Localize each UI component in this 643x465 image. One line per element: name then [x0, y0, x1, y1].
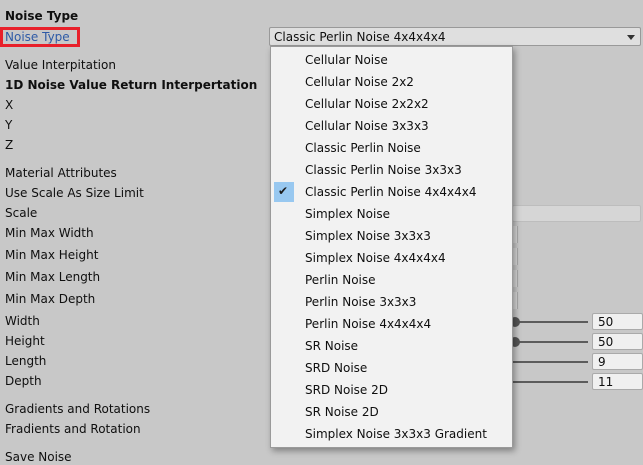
- menu-item[interactable]: Classic Perlin Noise: [271, 137, 512, 159]
- min-max-width-label: Min Max Width: [5, 226, 94, 240]
- min-max-height-label: Min Max Height: [5, 248, 99, 262]
- menu-item-label: SR Noise: [305, 339, 359, 353]
- menu-item[interactable]: SR Noise 2D: [271, 401, 512, 423]
- menu-item-label: Simplex Noise 3x3x3: [305, 229, 431, 243]
- use-scale-label: Use Scale As Size Limit: [5, 186, 144, 200]
- menu-item[interactable]: Cellular Noise 3x3x3: [271, 115, 512, 137]
- menu-item[interactable]: Simplex Noise 4x4x4x4: [271, 247, 512, 269]
- height-label: Height: [5, 334, 45, 348]
- min-max-depth-label: Min Max Depth: [5, 292, 96, 306]
- section-header-noise-type: Noise Type: [5, 9, 79, 23]
- menu-item-label: Perlin Noise 3x3x3: [305, 295, 417, 309]
- width-slider[interactable]: [512, 321, 588, 323]
- menu-item-label: Cellular Noise 3x3x3: [305, 119, 429, 133]
- menu-item[interactable]: SR Noise: [271, 335, 512, 357]
- menu-item-label: Classic Perlin Noise: [305, 141, 421, 155]
- menu-item[interactable]: Cellular Noise 2x2x2: [271, 93, 512, 115]
- menu-item[interactable]: SRD Noise 2D: [271, 379, 512, 401]
- depth-slider[interactable]: [512, 381, 588, 383]
- length-field[interactable]: 9: [592, 353, 643, 370]
- height-slider[interactable]: [512, 341, 588, 343]
- menu-item-label: Simplex Noise 3x3x3 Gradient: [305, 427, 487, 441]
- menu-item-label: Cellular Noise 2x2x2: [305, 97, 429, 111]
- length-slider[interactable]: [512, 361, 588, 363]
- menu-item[interactable]: Simplex Noise 3x3x3 Gradient: [271, 423, 512, 445]
- menu-item-label: Simplex Noise 4x4x4x4: [305, 251, 446, 265]
- menu-item[interactable]: Simplex Noise: [271, 203, 512, 225]
- fradients-foldout[interactable]: Fradients and Rotation: [5, 422, 141, 436]
- menu-item-label: Classic Perlin Noise 3x3x3: [305, 163, 462, 177]
- value-interpitation-foldout[interactable]: Value Interpitation: [5, 58, 116, 72]
- return-interpertation-label: 1D Noise Value Return Interpertation: [5, 78, 258, 92]
- x-label: X: [5, 98, 14, 112]
- menu-item-label: Perlin Noise: [305, 273, 376, 287]
- menu-item-label: Cellular Noise 2x2: [305, 75, 414, 89]
- y-label: Y: [5, 118, 13, 132]
- width-field[interactable]: 50: [592, 313, 643, 330]
- gradients-foldout[interactable]: Gradients and Rotations: [5, 402, 150, 416]
- checkmark-icon: ✔: [278, 184, 289, 198]
- menu-item[interactable]: Perlin Noise 4x4x4x4: [271, 313, 512, 335]
- material-attributes-foldout[interactable]: Material Attributes: [5, 166, 117, 180]
- scale-field[interactable]: [512, 205, 641, 222]
- menu-item-label: SRD Noise: [305, 361, 368, 375]
- menu-item[interactable]: ✔ Classic Perlin Noise 4x4x4x4: [271, 181, 512, 203]
- min-max-length-label: Min Max Length: [5, 270, 101, 284]
- menu-item[interactable]: Cellular Noise 2x2: [271, 71, 512, 93]
- menu-item-label: Classic Perlin Noise 4x4x4x4: [305, 185, 477, 199]
- menu-item-label: Cellular Noise: [305, 53, 388, 67]
- depth-field[interactable]: 11: [592, 373, 643, 390]
- menu-item-label: SR Noise 2D: [305, 405, 379, 419]
- menu-item[interactable]: Classic Perlin Noise 3x3x3: [271, 159, 512, 181]
- menu-item-label: Perlin Noise 4x4x4x4: [305, 317, 432, 331]
- save-noise-label[interactable]: Save Noise: [5, 450, 72, 464]
- noise-type-dropdown-value: Classic Perlin Noise 4x4x4x4: [274, 30, 446, 44]
- height-field[interactable]: 50: [592, 333, 643, 350]
- menu-item[interactable]: Cellular Noise: [271, 49, 512, 71]
- dropdown-arrow-icon[interactable]: [627, 35, 635, 40]
- noise-type-label: Noise Type: [5, 30, 70, 44]
- noise-type-dropdown[interactable]: Classic Perlin Noise 4x4x4x4: [269, 27, 641, 46]
- noise-type-dropdown-menu: Cellular Noise Cellular Noise 2x2 Cellular…: [270, 46, 513, 448]
- scale-label: Scale: [5, 206, 38, 220]
- length-label: Length: [5, 354, 47, 368]
- menu-item[interactable]: SRD Noise: [271, 357, 512, 379]
- menu-item[interactable]: Perlin Noise 3x3x3: [271, 291, 512, 313]
- z-label: Z: [5, 138, 14, 152]
- depth-label: Depth: [5, 374, 42, 388]
- menu-item-label: Simplex Noise: [305, 207, 390, 221]
- width-label: Width: [5, 314, 40, 328]
- menu-item[interactable]: Perlin Noise: [271, 269, 512, 291]
- menu-item-label: SRD Noise 2D: [305, 383, 388, 397]
- menu-item[interactable]: Simplex Noise 3x3x3: [271, 225, 512, 247]
